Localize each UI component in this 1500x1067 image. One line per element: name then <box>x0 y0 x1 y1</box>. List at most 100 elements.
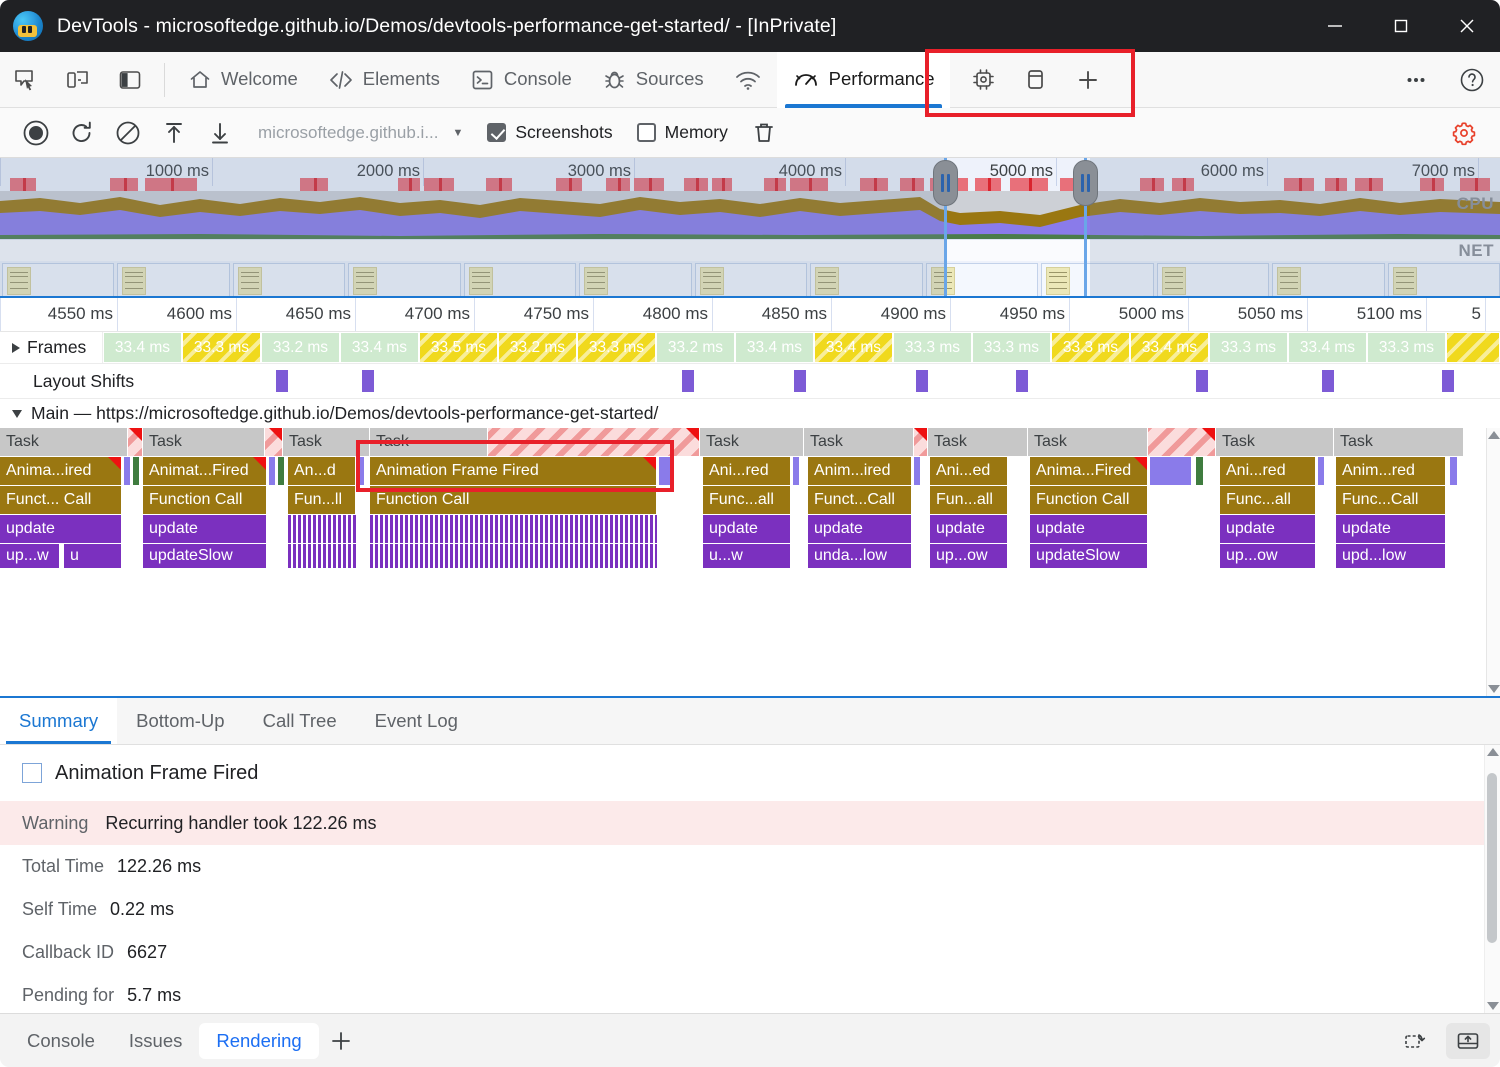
flame-update-slow-bar[interactable]: updateSlow <box>143 544 267 568</box>
flame-animation-bar[interactable]: Animat...Fired <box>143 457 267 485</box>
frame-bar[interactable]: 33.4 ms <box>735 332 814 363</box>
flame-function-bar[interactable]: Function Call <box>370 486 657 514</box>
flame-task-bar[interactable]: Task <box>1334 428 1464 456</box>
tab-elements[interactable]: Elements <box>313 52 455 108</box>
flame-update-bar[interactable]: update <box>0 515 122 543</box>
scroll-up-icon[interactable] <box>1486 748 1499 756</box>
filmstrip-thumbnail[interactable] <box>463 263 577 296</box>
flame-update-slow-bar[interactable]: upd...low <box>1336 544 1446 568</box>
timeline-overview[interactable]: 1000 ms 2000 ms 3000 ms 4000 ms 5000 ms … <box>0 158 1500 298</box>
flame-minor-bar[interactable] <box>1318 457 1325 485</box>
flame-update-bar[interactable]: update <box>1336 515 1446 543</box>
flame-update-bar[interactable]: update <box>703 515 791 543</box>
frame-bar[interactable]: 33.3 ms <box>1367 332 1446 363</box>
chevron-down-icon[interactable]: ▼ <box>452 127 463 139</box>
frame-bar[interactable]: 33.3 ms <box>1051 332 1130 363</box>
tab-network[interactable] <box>719 52 777 108</box>
flame-animation-bar[interactable]: Anima...ired <box>0 457 122 485</box>
main-thread-header[interactable]: Main — https://microsoftedge.github.io/D… <box>0 399 1500 428</box>
flame-task-bar[interactable]: Task <box>700 428 804 456</box>
tab-sources[interactable]: Sources <box>587 52 719 108</box>
filmstrip-thumbnail[interactable] <box>810 263 923 296</box>
drawer-tab-console[interactable]: Console <box>10 1023 112 1059</box>
frame-bar[interactable]: 33.3 ms <box>893 332 972 363</box>
frame-bar[interactable] <box>1446 332 1500 363</box>
frames-row[interactable]: Frames 33.4 ms 33.3 ms 33.2 ms 33.4 ms 3… <box>0 332 1500 364</box>
filmstrip-thumbnail[interactable] <box>1041 263 1154 296</box>
flame-update-slow-bar[interactable]: unda...low <box>808 544 912 568</box>
flame-function-bar[interactable]: Func...Call <box>1336 486 1446 514</box>
trash-icon[interactable] <box>742 111 786 155</box>
layout-shift-marker[interactable] <box>276 370 288 392</box>
record-icon[interactable] <box>14 111 58 155</box>
filmstrip-thumbnail[interactable] <box>579 263 692 296</box>
minimize-icon[interactable] <box>1302 0 1368 52</box>
tab-summary[interactable]: Summary <box>0 698 118 744</box>
flame-task-bar[interactable]: Task <box>1028 428 1148 456</box>
frame-bar[interactable]: 33.4 ms <box>340 332 419 363</box>
clear-icon[interactable] <box>106 111 150 155</box>
flame-function-bar[interactable]: Func...all <box>1220 486 1316 514</box>
flame-minor-bar[interactable] <box>914 457 921 485</box>
flame-task-bar[interactable]: Task <box>370 428 488 456</box>
layout-shift-marker[interactable] <box>362 370 374 392</box>
frame-bar[interactable]: 33.3 ms <box>182 332 261 363</box>
screenshot-filmstrip[interactable] <box>0 261 1500 296</box>
flame-update-slow-bar[interactable]: u <box>64 544 122 568</box>
device-emulation-icon[interactable] <box>52 55 104 105</box>
capture-settings-gear-icon[interactable] <box>1442 111 1486 155</box>
flame-function-bar[interactable]: Func...all <box>703 486 791 514</box>
dock-drawer-icon[interactable] <box>1446 1022 1490 1059</box>
drawer-tab-issues[interactable]: Issues <box>112 1023 199 1059</box>
flame-chart[interactable]: Main — https://microsoftedge.github.io/D… <box>0 399 1500 698</box>
filmstrip-thumbnail[interactable] <box>117 263 230 296</box>
flame-selected-event[interactable]: Animation Frame Fired <box>370 457 657 485</box>
overview-selection-start-handle[interactable] <box>933 158 958 296</box>
flame-minor-bar[interactable] <box>124 457 131 485</box>
dock-side-icon[interactable] <box>104 55 156 105</box>
triangle-down-icon[interactable] <box>12 409 22 418</box>
memory-checkbox-group[interactable]: Memory <box>636 122 728 143</box>
tab-call-tree[interactable]: Call Tree <box>244 698 356 744</box>
scroll-up-icon[interactable] <box>1487 431 1500 439</box>
flame-animation-bar[interactable]: Anim...red <box>1336 457 1446 485</box>
filmstrip-thumbnail[interactable] <box>232 263 346 296</box>
flame-update-slow-bar[interactable]: up...ow <box>1220 544 1316 568</box>
frame-bar[interactable]: 33.5 ms <box>419 332 498 363</box>
flame-dense-frames[interactable] <box>288 544 356 568</box>
flame-update-bar[interactable]: update <box>1030 515 1148 543</box>
drag-handle-icon[interactable] <box>933 160 958 206</box>
layout-shift-marker[interactable] <box>682 370 694 392</box>
flame-scrollbar[interactable] <box>1486 428 1500 696</box>
flame-update-bar[interactable]: update <box>1220 515 1316 543</box>
flame-minor-bar[interactable] <box>1196 457 1204 485</box>
maximize-icon[interactable] <box>1368 0 1434 52</box>
flame-update-bar[interactable]: update <box>808 515 912 543</box>
flame-function-bar[interactable]: Fun...all <box>930 486 1008 514</box>
flame-animation-bar[interactable]: Anima...Fired <box>1030 457 1148 485</box>
tab-event-log[interactable]: Event Log <box>356 698 477 744</box>
flame-animation-bar[interactable]: Ani...red <box>703 457 791 485</box>
drawer-tab-rendering[interactable]: Rendering <box>199 1022 319 1059</box>
flame-function-bar[interactable]: Funct... Call <box>0 486 122 514</box>
frames-header[interactable]: Frames <box>0 332 103 363</box>
scroll-down-icon[interactable] <box>1487 685 1500 693</box>
layout-shifts-row[interactable]: Layout Shifts <box>0 364 1500 399</box>
flame-canvas[interactable]: Task Task Task Task Task Task Task Task … <box>0 428 1486 696</box>
flame-update-slow-bar[interactable]: updateSlow <box>1030 544 1148 568</box>
help-icon[interactable] <box>1444 55 1500 105</box>
flame-minor-bar[interactable] <box>133 457 140 485</box>
tab-welcome[interactable]: Welcome <box>173 52 313 108</box>
tab-performance[interactable]: Performance <box>776 51 950 108</box>
frame-bar[interactable]: 33.3 ms <box>577 332 656 363</box>
add-tab-icon[interactable] <box>1062 55 1114 105</box>
flame-minor-bar[interactable] <box>278 457 285 485</box>
layout-shift-marker[interactable] <box>1016 370 1028 392</box>
frame-bar[interactable]: 33.3 ms <box>1209 332 1288 363</box>
tab-console[interactable]: Console <box>455 52 587 108</box>
filmstrip-thumbnail[interactable] <box>1272 263 1385 296</box>
filmstrip-thumbnail[interactable] <box>348 263 461 296</box>
filmstrip-thumbnail[interactable] <box>1387 263 1500 296</box>
flame-task-bar[interactable]: Task <box>1216 428 1334 456</box>
tab-bottom-up[interactable]: Bottom-Up <box>117 698 243 744</box>
